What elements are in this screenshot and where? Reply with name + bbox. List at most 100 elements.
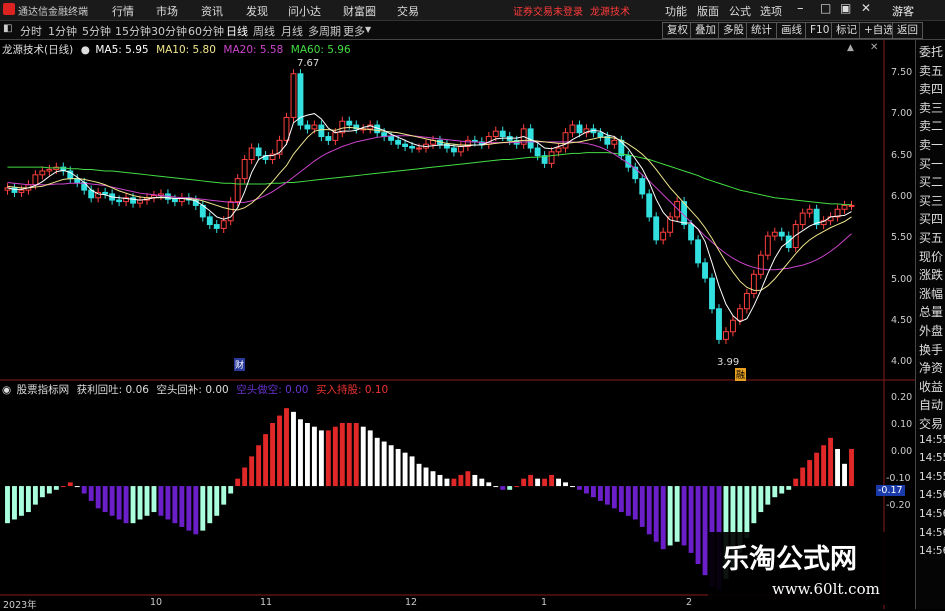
menu-options[interactable]: 选项 — [760, 3, 782, 19]
sidebar-item-3[interactable]: 卖三 — [919, 99, 945, 116]
sidebar-item-18[interactable]: 收益 — [919, 378, 945, 395]
back-button[interactable]: 返回 — [892, 22, 923, 39]
candle-body[interactable] — [778, 231, 785, 237]
candle-body[interactable] — [102, 191, 109, 195]
candle-body[interactable] — [409, 145, 416, 149]
candle-body[interactable] — [618, 139, 625, 157]
candle-body[interactable] — [716, 308, 722, 340]
more-chevron-icon[interactable]: ▼ — [365, 25, 371, 34]
candle-body[interactable] — [569, 124, 576, 134]
candle-body[interactable] — [695, 239, 701, 264]
sidebar-item-7[interactable]: 买二 — [919, 173, 945, 190]
candle-body[interactable] — [729, 319, 736, 333]
candle-body[interactable] — [660, 231, 667, 241]
period-5min[interactable]: 5分钟 — [82, 23, 111, 39]
restore-icon[interactable]: □ — [820, 1, 831, 15]
sidebar-item-27[interactable]: 14:56 — [919, 545, 945, 557]
candle-body[interactable] — [639, 178, 646, 195]
candle-body[interactable] — [171, 198, 178, 203]
period-intraday[interactable]: 分时 — [20, 23, 42, 39]
sidebar-item-20[interactable]: 交易 — [919, 415, 945, 432]
sidebar-item-0[interactable]: 委托 — [919, 43, 945, 60]
candle-body[interactable] — [576, 124, 583, 134]
menu-market[interactable]: 行情 — [112, 3, 134, 19]
menu-trade[interactable]: 交易 — [397, 3, 419, 19]
candle-body[interactable] — [653, 216, 660, 241]
stats-button[interactable]: 统计 — [746, 22, 777, 39]
login-notice[interactable]: 证券交易未登录 — [513, 3, 583, 18]
sidebar-item-12[interactable]: 涨跌 — [919, 266, 945, 283]
candle-body[interactable] — [625, 155, 632, 168]
maximize-icon[interactable]: ▣ — [840, 1, 851, 15]
candle-body[interactable] — [792, 224, 799, 249]
sidebar-item-23[interactable]: 14:55 — [919, 471, 945, 483]
candle-body[interactable] — [46, 168, 53, 172]
menu-layout[interactable]: 版面 — [697, 3, 719, 19]
menu-formula[interactable]: 公式 — [729, 3, 751, 19]
period-monthly[interactable]: 月线 — [281, 23, 303, 39]
draw-line-button[interactable]: 画线 — [776, 22, 807, 39]
candle-body[interactable] — [130, 197, 136, 204]
candle-body[interactable] — [457, 145, 464, 153]
kline-chart[interactable] — [0, 40, 915, 609]
candle-body[interactable] — [213, 224, 220, 229]
f10-button[interactable]: F10 — [805, 22, 835, 39]
period-weekly[interactable]: 周线 — [253, 23, 275, 39]
candle-body[interactable] — [806, 208, 813, 214]
candle-body[interactable] — [220, 220, 227, 229]
minimize-icon[interactable]: – — [797, 1, 804, 16]
candle-body[interactable] — [848, 204, 855, 207]
chart-close-icon[interactable]: ✕ — [870, 42, 878, 53]
sidebar-item-25[interactable]: 14:56 — [919, 508, 945, 520]
margin-event-marker[interactable]: 融 — [735, 368, 747, 381]
candle-body[interactable] — [332, 132, 339, 141]
candle-body[interactable] — [416, 147, 422, 150]
sidebar-item-26[interactable]: 14:56 — [919, 527, 945, 539]
period-daily[interactable]: 日线 — [226, 23, 248, 39]
candle-body[interactable] — [206, 216, 213, 226]
sidebar-item-22[interactable]: 14:55 — [919, 452, 945, 464]
mark-button[interactable]: 标记 — [831, 22, 862, 39]
period-30min[interactable]: 30分钟 — [151, 23, 187, 39]
sidebar-item-24[interactable]: 14:56 — [919, 489, 945, 501]
candle-body[interactable] — [116, 199, 123, 203]
sidebar-item-9[interactable]: 买四 — [919, 210, 945, 227]
sidebar-item-14[interactable]: 总量 — [919, 303, 945, 320]
period-1min[interactable]: 1分钟 — [48, 23, 77, 39]
candle-body[interactable] — [674, 201, 681, 218]
candle-body[interactable] — [290, 73, 297, 118]
candle-body[interactable] — [702, 262, 708, 279]
candle-body[interactable] — [39, 170, 46, 176]
menu-xiaoda[interactable]: 问小达 — [288, 3, 321, 19]
candle-body[interactable] — [499, 130, 506, 138]
guest-user[interactable]: 游客 — [892, 3, 914, 19]
candle-body[interactable] — [450, 147, 457, 153]
candle-body[interactable] — [32, 174, 39, 186]
candle-body[interactable] — [492, 130, 499, 138]
sidebar-item-5[interactable]: 卖一 — [919, 136, 945, 153]
sidebar-item-13[interactable]: 涨幅 — [919, 285, 945, 302]
candle-body[interactable] — [723, 331, 729, 340]
candle-body[interactable] — [799, 212, 806, 226]
sidebar-item-19[interactable]: 自动 — [919, 396, 945, 413]
period-multi[interactable]: 多周期 — [308, 23, 341, 39]
close-icon[interactable]: ✕ — [861, 1, 871, 15]
candle-body[interactable] — [18, 189, 25, 193]
candle-body[interactable] — [771, 231, 778, 237]
candle-body[interactable] — [304, 124, 311, 130]
candle-body[interactable] — [395, 139, 402, 145]
candle-body[interactable] — [646, 193, 653, 218]
period-more[interactable]: 更多 — [343, 23, 365, 39]
overlay-button[interactable]: 叠加 — [690, 22, 721, 39]
sidebar-item-2[interactable]: 卖四 — [919, 80, 945, 97]
candle-body[interactable] — [597, 132, 604, 138]
menu-wealth[interactable]: 财富圈 — [343, 3, 376, 19]
candle-body[interactable] — [234, 178, 241, 203]
menu-news[interactable]: 资讯 — [201, 3, 223, 19]
sidebar-item-8[interactable]: 买三 — [919, 192, 945, 209]
candle-body[interactable] — [688, 224, 695, 241]
multi-stock-button[interactable]: 多股 — [718, 22, 749, 39]
menu-function[interactable]: 功能 — [665, 3, 687, 19]
sidebar-item-21[interactable]: 14:55 — [919, 434, 945, 446]
sidebar-toggle-icon[interactable]: ◧ — [3, 23, 12, 34]
